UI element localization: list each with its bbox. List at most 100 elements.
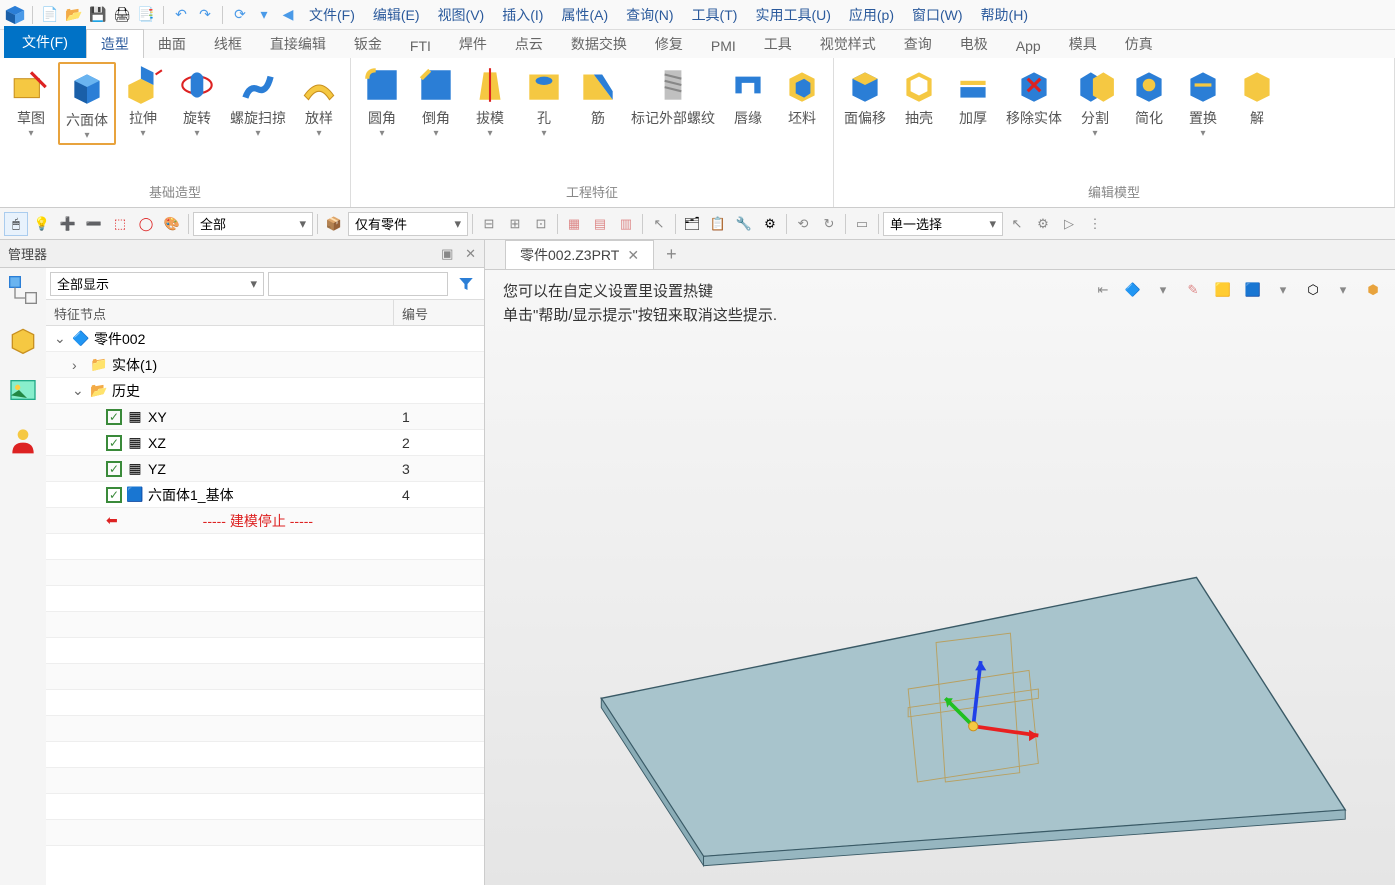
cube-solid-icon[interactable]: 🟦 — [1241, 278, 1265, 302]
draft-button[interactable]: 拔模▾ — [463, 62, 517, 141]
menu-view[interactable]: 视图(V) — [430, 5, 493, 25]
tree-item-yz[interactable]: ✓▦YZ3 — [46, 456, 484, 482]
tool-icon[interactable]: 📋 — [706, 212, 730, 236]
menu-util[interactable]: 实用工具(U) — [747, 5, 838, 25]
checkbox-icon[interactable]: ✓ — [106, 487, 122, 503]
viewport[interactable]: 零件002.Z3PRT ✕ + 您可以在自定义设置里设置热键 单击"帮助/显示提… — [485, 240, 1395, 885]
ribbon-tab[interactable]: 仿真 — [1111, 30, 1167, 58]
shell-button[interactable]: 抽壳 — [892, 62, 946, 130]
ribbon-tab[interactable]: FTI — [396, 34, 445, 58]
tool-icon[interactable]: ▦ — [562, 212, 586, 236]
ribbon-tab-file[interactable]: 文件(F) — [4, 26, 86, 58]
tool-icon[interactable]: ⊞ — [503, 212, 527, 236]
face-offset-button[interactable]: 面偏移 — [838, 62, 892, 130]
new-icon[interactable]: 📄 — [39, 4, 61, 26]
tree-history[interactable]: ⌄📂历史 — [46, 378, 484, 404]
filter-select[interactable]: 全部显示 — [50, 272, 264, 296]
ribbon-tab[interactable]: PMI — [697, 34, 750, 58]
select-rect-icon[interactable]: ⬚ — [108, 212, 132, 236]
ribbon-tab[interactable]: 点云 — [501, 30, 557, 58]
tool-icon[interactable]: ⚙ — [1031, 212, 1055, 236]
ribbon-tab[interactable]: 模具 — [1055, 30, 1111, 58]
save-icon[interactable]: 💾 — [87, 4, 109, 26]
tool-icon[interactable]: ⊟ — [477, 212, 501, 236]
ribbon-tab[interactable]: 直接编辑 — [256, 30, 340, 58]
filter-icon[interactable] — [452, 272, 480, 296]
hexahedron-button[interactable]: 六面体▾ — [58, 62, 116, 145]
ribbon-tab[interactable]: 工具 — [750, 30, 806, 58]
color-icon[interactable]: 🎨 — [160, 212, 184, 236]
filter-select[interactable]: 全部 — [193, 212, 313, 236]
close-icon[interactable]: ✕ — [627, 247, 639, 264]
tool-icon[interactable]: ↖ — [1005, 212, 1029, 236]
ribbon-tab[interactable]: 查询 — [890, 30, 946, 58]
split-button[interactable]: 分割▾ — [1068, 62, 1122, 141]
menu-tools[interactable]: 工具(T) — [684, 5, 746, 25]
ribbon-tab-modeling[interactable]: 造型 — [86, 29, 144, 58]
tool-icon[interactable]: ▷ — [1057, 212, 1081, 236]
3d-scene[interactable] — [515, 410, 1385, 875]
tool-icon[interactable]: ↻ — [817, 212, 841, 236]
print-icon[interactable]: 🖨 — [111, 4, 133, 26]
ribbon-tab[interactable]: 修复 — [641, 30, 697, 58]
tool-icon[interactable]: ↖ — [647, 212, 671, 236]
ribbon-tab[interactable]: 视觉样式 — [806, 30, 890, 58]
tool-icon[interactable]: ▤ — [588, 212, 612, 236]
tool-icon[interactable]: ⋮ — [1083, 212, 1107, 236]
ribbon-tab[interactable]: 数据交换 — [557, 30, 641, 58]
cube-iso-icon[interactable]: ⬢ — [1361, 278, 1385, 302]
checkbox-icon[interactable]: ✓ — [106, 435, 122, 451]
select-mode[interactable]: 单一选择 — [883, 212, 1003, 236]
minus-icon[interactable]: ➖ — [82, 212, 106, 236]
menu-app[interactable]: 应用(p) — [841, 5, 902, 25]
menu-help[interactable]: 帮助(H) — [973, 5, 1036, 25]
menu-edit[interactable]: 编辑(E) — [365, 5, 428, 25]
menu-attr[interactable]: 属性(A) — [553, 5, 616, 25]
ribbon-tab[interactable]: 电极 — [946, 30, 1002, 58]
open-icon[interactable]: 📂 — [63, 4, 85, 26]
ribbon-tab[interactable]: 焊件 — [445, 30, 501, 58]
checkbox-icon[interactable]: ✓ — [106, 461, 122, 477]
tool-icon[interactable]: ▥ — [614, 212, 638, 236]
redo-icon[interactable]: ↷ — [194, 4, 216, 26]
menu-window[interactable]: 窗口(W) — [904, 5, 971, 25]
ribbon-tab[interactable]: App — [1002, 34, 1055, 58]
simplify-button[interactable]: 简化 — [1122, 62, 1176, 130]
tool-icon[interactable]: 🗂 — [680, 212, 704, 236]
filter-input[interactable] — [268, 272, 448, 296]
lip-button[interactable]: 唇缘 — [721, 62, 775, 130]
resolve-button[interactable]: 解 — [1230, 62, 1284, 130]
ribbon-tab[interactable]: 线框 — [200, 30, 256, 58]
print-plus-icon[interactable]: 📑 — [135, 4, 157, 26]
parts-select[interactable]: 仅有零件 — [348, 212, 468, 236]
cube-shaded-icon[interactable]: 🟨 — [1211, 278, 1235, 302]
add-tab-icon[interactable]: + — [654, 244, 689, 265]
dropdown-icon[interactable]: ▾ — [1271, 278, 1295, 302]
expand-icon[interactable]: › — [72, 357, 86, 373]
tree-item-xz[interactable]: ✓▦XZ2 — [46, 430, 484, 456]
view-icon[interactable]: 🔷 — [1121, 278, 1145, 302]
export-icon[interactable]: ⇤ — [1091, 278, 1115, 302]
chamfer-button[interactable]: 倒角▾ — [409, 62, 463, 141]
helix-sweep-button[interactable]: 螺旋扫掠▾ — [224, 62, 292, 141]
play-icon[interactable]: ◀ — [277, 4, 299, 26]
dropdown-icon[interactable]: ▾ — [1151, 278, 1175, 302]
collapse-icon[interactable]: ⌄ — [54, 330, 68, 347]
tool-icon[interactable]: ⊡ — [529, 212, 553, 236]
solid-view-icon[interactable] — [7, 324, 39, 356]
checkbox-icon[interactable]: ✓ — [106, 409, 122, 425]
tree-item-xy[interactable]: ✓▦XY1 — [46, 404, 484, 430]
menu-query[interactable]: 查询(N) — [618, 5, 681, 25]
tree-item-hex[interactable]: ✓🟦六面体1_基体4 — [46, 482, 484, 508]
stock-button[interactable]: 坯料 — [775, 62, 829, 130]
fillet-button[interactable]: 圆角▾ — [355, 62, 409, 141]
minimize-icon[interactable]: ▣ — [441, 246, 453, 261]
dropdown-icon[interactable]: ▾ — [253, 4, 275, 26]
feature-tree[interactable]: ⌄🔷零件002 ›📁实体(1) ⌄📂历史 ✓▦XY1 ✓▦XZ2 — [46, 326, 484, 885]
rib-button[interactable]: 筋 — [571, 62, 625, 130]
plus-icon[interactable]: ➕ — [56, 212, 80, 236]
dropdown-icon[interactable]: ▾ — [1331, 278, 1355, 302]
ribbon-tab[interactable]: 钣金 — [340, 30, 396, 58]
sketch-button[interactable]: 草图▾ — [4, 62, 58, 141]
menu-insert[interactable]: 插入(I) — [494, 5, 551, 25]
